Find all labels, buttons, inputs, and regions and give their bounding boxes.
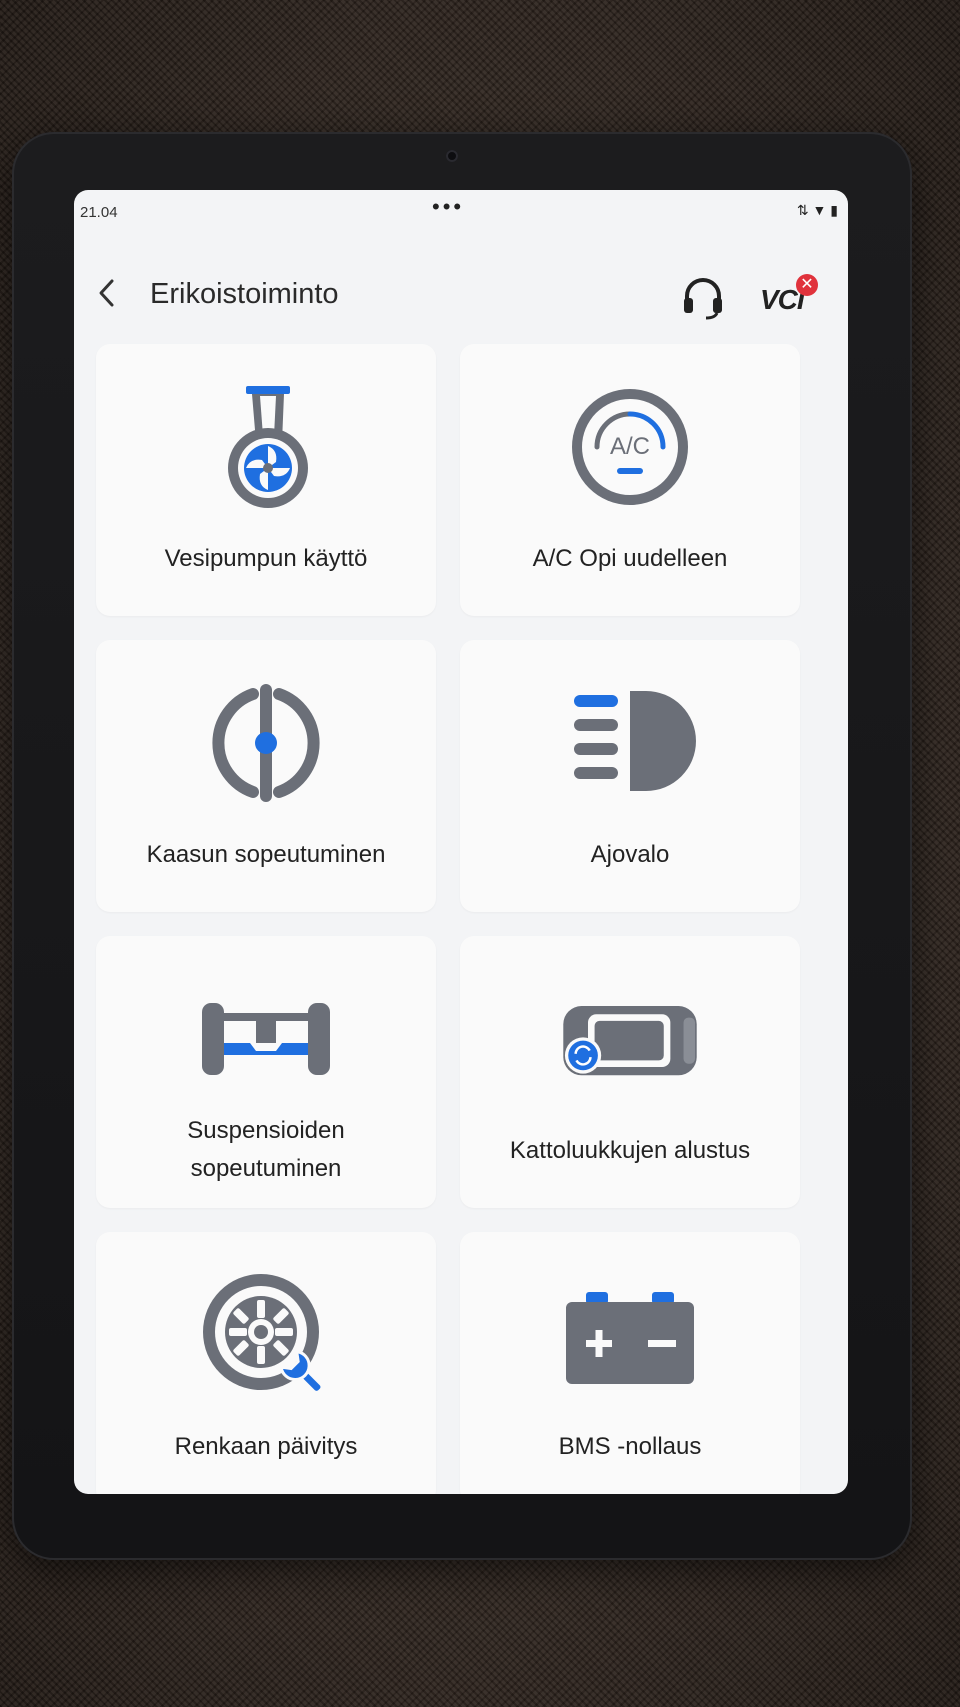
tile-tire-update[interactable]: Renkaan päivitys	[96, 1232, 436, 1494]
front-camera	[446, 150, 458, 162]
tile-bms-reset[interactable]: BMS -nollaus	[460, 1232, 800, 1494]
chevron-left-icon	[99, 279, 114, 307]
water-pump-icon	[196, 382, 336, 512]
tile-label: Kattoluukkujen alustus	[509, 1137, 751, 1164]
vci-connection-button[interactable]: VCI ✕	[760, 274, 822, 322]
tile-label-line1: Suspensioiden	[187, 1117, 345, 1144]
tile-sunroof-init[interactable]: Kattoluukkujen alustus	[460, 936, 800, 1208]
tile-label-line2: sopeutuminen	[190, 1155, 342, 1182]
app-screen: 21.04 ••• ⇅ ▼ ▮ Erikoistoiminto VCI ✕ Ve…	[74, 190, 848, 1494]
status-dots-icon: •••	[432, 194, 465, 219]
ac-icon-text: A/C	[610, 433, 650, 460]
status-bar: 21.04 ••• ⇅ ▼ ▮	[74, 190, 848, 228]
tile-label: Renkaan päivitys	[174, 1433, 358, 1460]
status-icons: ⇅ ▼ ▮	[796, 202, 838, 218]
app-bar: Erikoistoiminto VCI ✕	[74, 230, 848, 342]
throttle-icon	[196, 678, 336, 808]
tile-label: Vesipumpun käyttö	[164, 545, 368, 572]
ac-relearn-icon: A/C	[560, 382, 700, 512]
tile-water-pump[interactable]: Vesipumpun käyttö	[96, 344, 436, 616]
tile-label: BMS -nollaus	[558, 1433, 702, 1460]
headset-icon	[684, 278, 722, 320]
function-grid: Vesipumpun käyttö A/C A/C Opi uudelleen	[96, 344, 840, 1494]
back-button[interactable]	[92, 276, 122, 310]
tile-throttle-adaptation[interactable]: Kaasun sopeutuminen	[96, 640, 436, 912]
vci-disconnected-badge: ✕	[796, 274, 818, 296]
tile-headlight[interactable]: Ajovalo	[460, 640, 800, 912]
tile-suspension-adaptation[interactable]: Suspensioiden sopeutuminen	[96, 936, 436, 1208]
suspension-icon	[196, 974, 336, 1104]
tile-ac-relearn[interactable]: A/C A/C Opi uudelleen	[460, 344, 800, 616]
support-button[interactable]	[680, 276, 726, 320]
headlight-icon	[560, 678, 700, 808]
tile-label: A/C Opi uudelleen	[532, 545, 728, 572]
tire-wrench-icon	[196, 1270, 336, 1400]
tile-label: Kaasun sopeutuminen	[146, 841, 386, 868]
tile-label: Ajovalo	[590, 841, 670, 868]
battery-icon	[560, 1270, 700, 1400]
status-time: 21.04	[80, 204, 118, 221]
tile-label: Suspensioiden sopeutuminen	[106, 1112, 426, 1188]
sunroof-icon	[560, 974, 700, 1104]
page-title: Erikoistoiminto	[150, 278, 339, 310]
